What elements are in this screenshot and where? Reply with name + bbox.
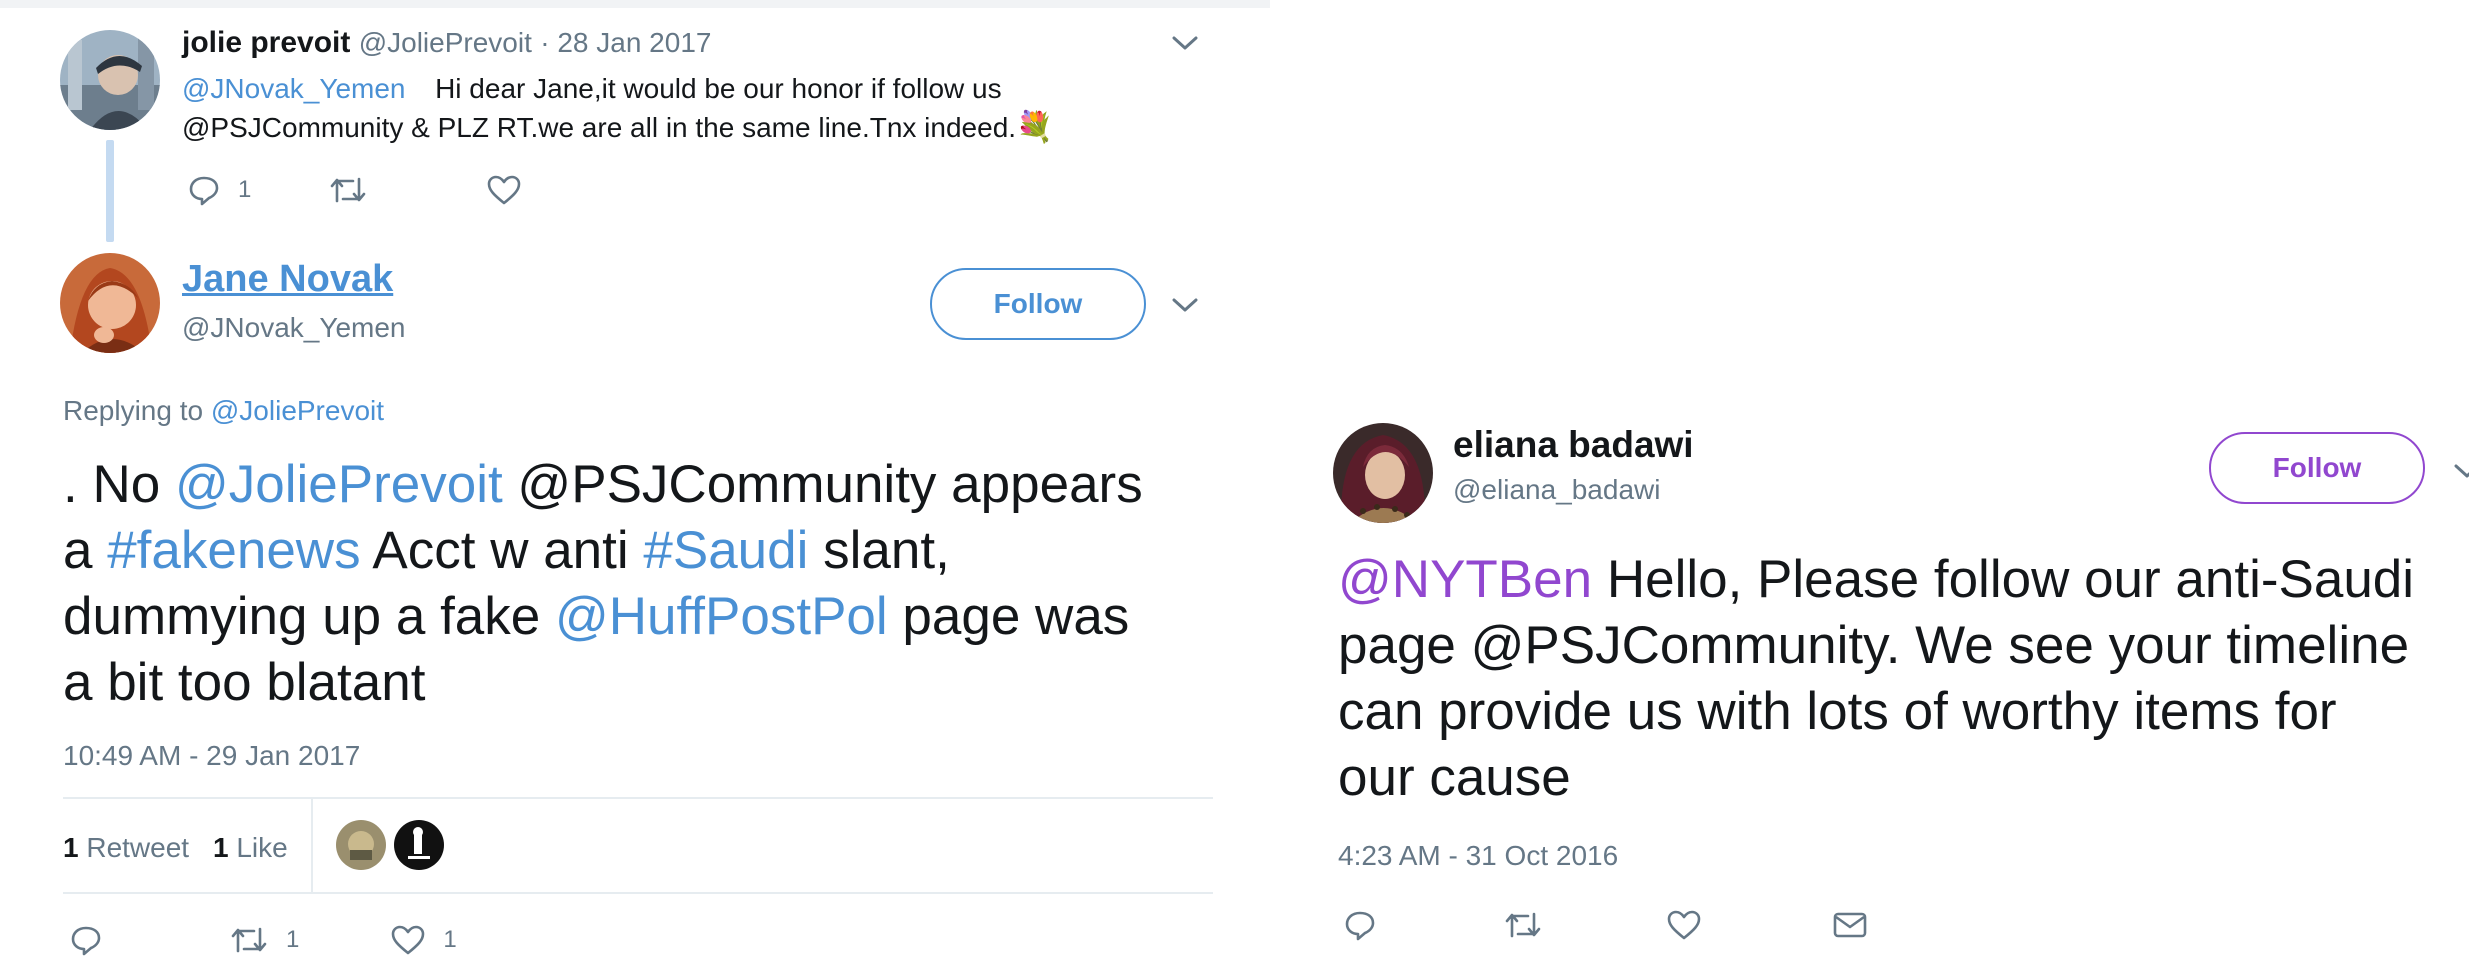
mention-huffpostpol[interactable]: @HuffPostPol — [555, 587, 888, 646]
body-text: dummying up a fake — [63, 587, 555, 646]
like-stat-label: Like — [236, 832, 288, 863]
retweet-stat[interactable]: 1 Retweet — [63, 832, 189, 864]
jane-tweet-body: . No @JoliePrevoit @PSJCommunity appears… — [63, 452, 1143, 716]
stats-bottom-divider — [63, 892, 1213, 894]
like-icon — [487, 175, 521, 205]
eliana-tweet-body: @NYTBen Hello, Please follow our anti-Sa… — [1338, 547, 2414, 811]
thread-line — [106, 140, 114, 242]
jane-author-handle[interactable]: @JNovak_Yemen — [182, 312, 406, 344]
retweet-icon — [230, 925, 268, 955]
jolie-like-button[interactable] — [487, 175, 521, 205]
body-text: page was — [887, 587, 1130, 646]
like-stat-count: 1 — [213, 832, 229, 863]
body-text: Acct w anti — [360, 521, 644, 580]
mention-nytben[interactable]: @NYTBen — [1338, 550, 1592, 609]
liker-avatar-1[interactable] — [336, 820, 386, 870]
body-text: . No — [63, 455, 175, 514]
follow-button-eliana[interactable]: Follow — [2209, 432, 2425, 504]
left-tweet-panel: jolie prevoit @JoliePrevoit · 28 Jan 201… — [0, 0, 1270, 970]
body-text: a — [63, 521, 108, 580]
chevron-down-icon[interactable] — [1172, 35, 1198, 51]
reply-icon — [1344, 909, 1376, 941]
eliana-tweet-timestamp[interactable]: 4:23 AM - 31 Oct 2016 — [1338, 840, 1618, 872]
like-icon — [1667, 910, 1701, 940]
jane-retweet-button[interactable]: 1 — [230, 925, 299, 955]
stats-vertical-divider — [311, 798, 313, 893]
eliana-avatar[interactable] — [1333, 423, 1433, 523]
mail-icon — [1833, 911, 1867, 939]
eliana-reply-button[interactable] — [1344, 909, 1376, 941]
liker-avatar-2[interactable] — [394, 820, 444, 870]
replying-to-link[interactable]: @JoliePrevoit — [211, 395, 384, 426]
jolie-author-name[interactable]: jolie prevoit — [182, 26, 350, 59]
jolie-retweet-button[interactable] — [329, 175, 367, 205]
stats-top-divider — [63, 797, 1213, 799]
retweet-stat-label: Retweet — [86, 832, 190, 863]
like-stat[interactable]: 1 Like — [213, 832, 288, 864]
jane-author-name[interactable]: Jane Novak — [182, 258, 393, 301]
chevron-down-icon[interactable] — [2454, 463, 2469, 479]
follow-button-jane[interactable]: Follow — [930, 268, 1146, 340]
body-text: slant, — [808, 521, 950, 580]
like-icon — [391, 925, 425, 955]
eliana-like-button[interactable] — [1667, 910, 1701, 940]
body-text: Hello, Please follow our anti-Saudi — [1592, 550, 2415, 609]
body-text: @PSJCommunity appears — [502, 455, 1143, 514]
hashtag-fakenews[interactable]: #fakenews — [107, 521, 360, 580]
jolie-avatar[interactable] — [60, 30, 160, 130]
mention-jolieprevoit[interactable]: @JoliePrevoit — [175, 455, 503, 514]
jane-reply-button[interactable] — [70, 924, 102, 956]
retweet-stat-count: 1 — [63, 832, 79, 863]
mention-jnovak[interactable]: @JNovak_Yemen — [182, 73, 406, 104]
eliana-author-handle[interactable]: @eliana_badawi — [1453, 474, 1660, 506]
retweet-icon — [329, 175, 367, 205]
jolie-reply-button[interactable]: 1 — [188, 174, 251, 206]
retweet-icon — [1504, 910, 1542, 940]
body-text: page @PSJCommunity. We see your timeline — [1338, 616, 2410, 675]
hashtag-saudi[interactable]: #Saudi — [643, 521, 808, 580]
right-tweet-panel: eliana badawi @eliana_badawi Follow @NYT… — [1270, 0, 2469, 970]
replying-to-prefix: Replying to — [63, 395, 204, 426]
jolie-tweet-line2: @PSJCommunity & PLZ RT.we are all in the… — [182, 112, 1017, 143]
jolie-author-handle[interactable]: @JoliePrevoit — [359, 27, 532, 58]
reply-icon — [70, 924, 102, 956]
bouquet-emoji: 💐 — [1016, 111, 1054, 144]
body-text: a bit too blatant — [63, 653, 426, 712]
body-text: our cause — [1338, 748, 1571, 807]
reply-icon — [188, 174, 220, 206]
jane-like-count: 1 — [443, 926, 457, 953]
jolie-reply-count: 1 — [238, 176, 252, 203]
jolie-tweet-line1: Hi dear Jane,it would be our honor if fo… — [435, 73, 1002, 104]
body-text: can provide us with lots of worthy items… — [1338, 682, 2337, 741]
jane-retweet-count: 1 — [286, 926, 300, 953]
jolie-tweet-date[interactable]: · 28 Jan 2017 — [540, 27, 711, 58]
eliana-retweet-button[interactable] — [1504, 910, 1542, 940]
chevron-down-icon[interactable] — [1172, 297, 1198, 313]
eliana-author-name[interactable]: eliana badawi — [1453, 424, 1694, 466]
jane-like-button[interactable]: 1 — [391, 925, 457, 955]
jane-avatar[interactable] — [60, 253, 160, 353]
eliana-dm-button[interactable] — [1833, 911, 1867, 939]
jane-tweet-timestamp[interactable]: 10:49 AM - 29 Jan 2017 — [63, 740, 360, 772]
